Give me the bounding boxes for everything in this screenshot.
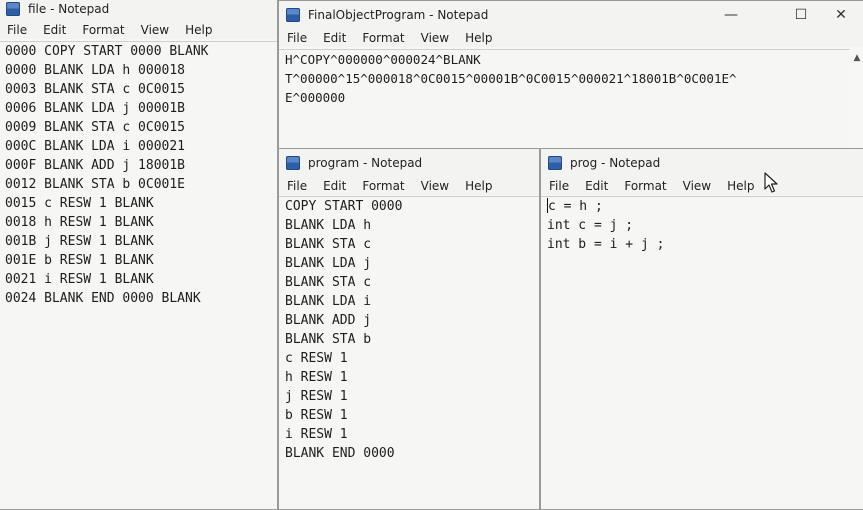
text-line: 0015 c RESW 1 BLANK — [5, 196, 154, 211]
text-line: 0021 i RESW 1 BLANK — [5, 272, 154, 287]
prog-menubar: File Edit Format View Help — [541, 177, 863, 195]
menu-help[interactable]: Help — [719, 179, 762, 193]
prog-text-area[interactable]: c = h ; int c = j ; int b = i + j ; — [541, 196, 863, 509]
text-line: 0000 BLANK LDA h 000018 — [5, 63, 186, 78]
text-line: 0000 COPY START 0000 BLANK — [5, 44, 209, 59]
text-line: 0006 BLANK LDA j 00001B — [5, 101, 186, 116]
text-line: BLANK STA c — [285, 275, 372, 290]
text-line-content: c = h ; — [548, 199, 603, 214]
menu-help[interactable]: Help — [457, 179, 500, 193]
window-title: program - Notepad — [308, 156, 423, 170]
close-button[interactable]: ✕ — [819, 1, 863, 29]
text-line: c = h ; — [547, 197, 858, 216]
mouse-cursor-icon — [764, 172, 778, 193]
program-notepad-window: program - Notepad File Edit Format View … — [278, 148, 540, 510]
text-line: BLANK LDA h — [285, 218, 372, 233]
final-object-program-window: FinalObjectProgram - Notepad — ☐ ✕ File … — [278, 0, 863, 150]
menu-file[interactable]: File — [541, 179, 577, 193]
menu-format[interactable]: Format — [354, 31, 412, 45]
maximize-icon: ☐ — [794, 7, 808, 23]
window-title: FinalObjectProgram - Notepad — [308, 8, 489, 22]
text-line: b RESW 1 — [285, 408, 348, 423]
prog-notepad-window: prog - Notepad File Edit Format View Hel… — [540, 148, 863, 510]
notepad-icon — [286, 156, 300, 170]
text-line: BLANK LDA i — [285, 294, 372, 309]
text-line: 000C BLANK LDA i 000021 — [5, 139, 186, 154]
notepad-icon — [286, 8, 300, 22]
program-text-area[interactable]: COPY START 0000 BLANK LDA h BLANK STA c … — [279, 196, 539, 509]
final-text-area[interactable]: H^COPY^000000^000024^BLANK T^00000^15^00… — [279, 49, 850, 149]
menu-view[interactable]: View — [133, 23, 177, 37]
text-line: i RESW 1 — [285, 427, 348, 442]
program-menubar: File Edit Format View Help — [279, 177, 539, 195]
text-line: 0018 h RESW 1 BLANK — [5, 215, 154, 230]
text-line: E^000000 — [285, 90, 346, 105]
text-line: 0003 BLANK STA c 0C0015 — [5, 82, 186, 97]
menu-view[interactable]: View — [675, 179, 719, 193]
window-title: prog - Notepad — [570, 156, 661, 170]
text-line: H^COPY^000000^000024^BLANK — [285, 52, 481, 67]
menu-format[interactable]: Format — [74, 23, 132, 37]
text-line: BLANK ADD j — [285, 313, 372, 328]
notepad-icon — [6, 2, 20, 16]
menu-file[interactable]: File — [279, 31, 315, 45]
text-line: 0012 BLANK STA b 0C001E — [5, 177, 186, 192]
final-titlebar[interactable]: FinalObjectProgram - Notepad — [279, 1, 863, 29]
text-line: int c = j ; — [547, 218, 634, 233]
text-line: BLANK STA c — [285, 237, 372, 252]
text-line: int b = i + j ; — [547, 237, 665, 252]
file-titlebar[interactable]: file - Notepad — [0, 0, 277, 23]
menu-help[interactable]: Help — [177, 23, 220, 37]
text-line: 0009 BLANK STA c 0C0015 — [5, 120, 186, 135]
menu-edit[interactable]: Edit — [577, 179, 616, 193]
menu-help[interactable]: Help — [457, 31, 500, 45]
text-line: COPY START 0000 — [285, 199, 403, 214]
minimize-icon: — — [724, 7, 738, 23]
maximize-button[interactable]: ☐ — [779, 1, 823, 29]
text-line: h RESW 1 — [285, 370, 348, 385]
program-titlebar[interactable]: program - Notepad — [279, 149, 539, 177]
scroll-up-arrow-icon[interactable]: ▲ — [852, 53, 862, 63]
menu-edit[interactable]: Edit — [315, 179, 354, 193]
file-notepad-window: file - Notepad File Edit Format View Hel… — [0, 0, 278, 510]
menu-format[interactable]: Format — [616, 179, 674, 193]
text-line: T^00000^15^000018^0C0015^00001B^0C0015^0… — [285, 71, 737, 86]
window-title: file - Notepad — [28, 2, 110, 16]
menu-format[interactable]: Format — [354, 179, 412, 193]
text-line: BLANK LDA j — [285, 256, 372, 271]
notepad-icon — [548, 156, 562, 170]
text-line: 000F BLANK ADD j 18001B — [5, 158, 186, 173]
final-menubar: File Edit Format View Help — [279, 29, 863, 47]
menu-view[interactable]: View — [413, 179, 457, 193]
close-icon: ✕ — [835, 7, 847, 23]
menu-edit[interactable]: Edit — [35, 23, 74, 37]
text-line: c RESW 1 — [285, 351, 348, 366]
text-line: 001E b RESW 1 BLANK — [5, 253, 154, 268]
menu-view[interactable]: View — [413, 31, 457, 45]
text-line: 001B j RESW 1 BLANK — [5, 234, 154, 249]
text-line: BLANK END 0000 — [285, 446, 395, 461]
file-text-area[interactable]: 0000 COPY START 0000 BLANK 0000 BLANK LD… — [0, 41, 277, 509]
prog-titlebar[interactable]: prog - Notepad — [541, 149, 863, 177]
minimize-button[interactable]: — — [709, 1, 753, 29]
text-line: j RESW 1 — [285, 389, 348, 404]
text-line: BLANK STA b — [285, 332, 372, 347]
menu-edit[interactable]: Edit — [315, 31, 354, 45]
menu-file[interactable]: File — [0, 23, 35, 37]
file-menubar: File Edit Format View Help — [0, 21, 277, 39]
text-line: 0024 BLANK END 0000 BLANK — [5, 291, 201, 306]
menu-file[interactable]: File — [279, 179, 315, 193]
